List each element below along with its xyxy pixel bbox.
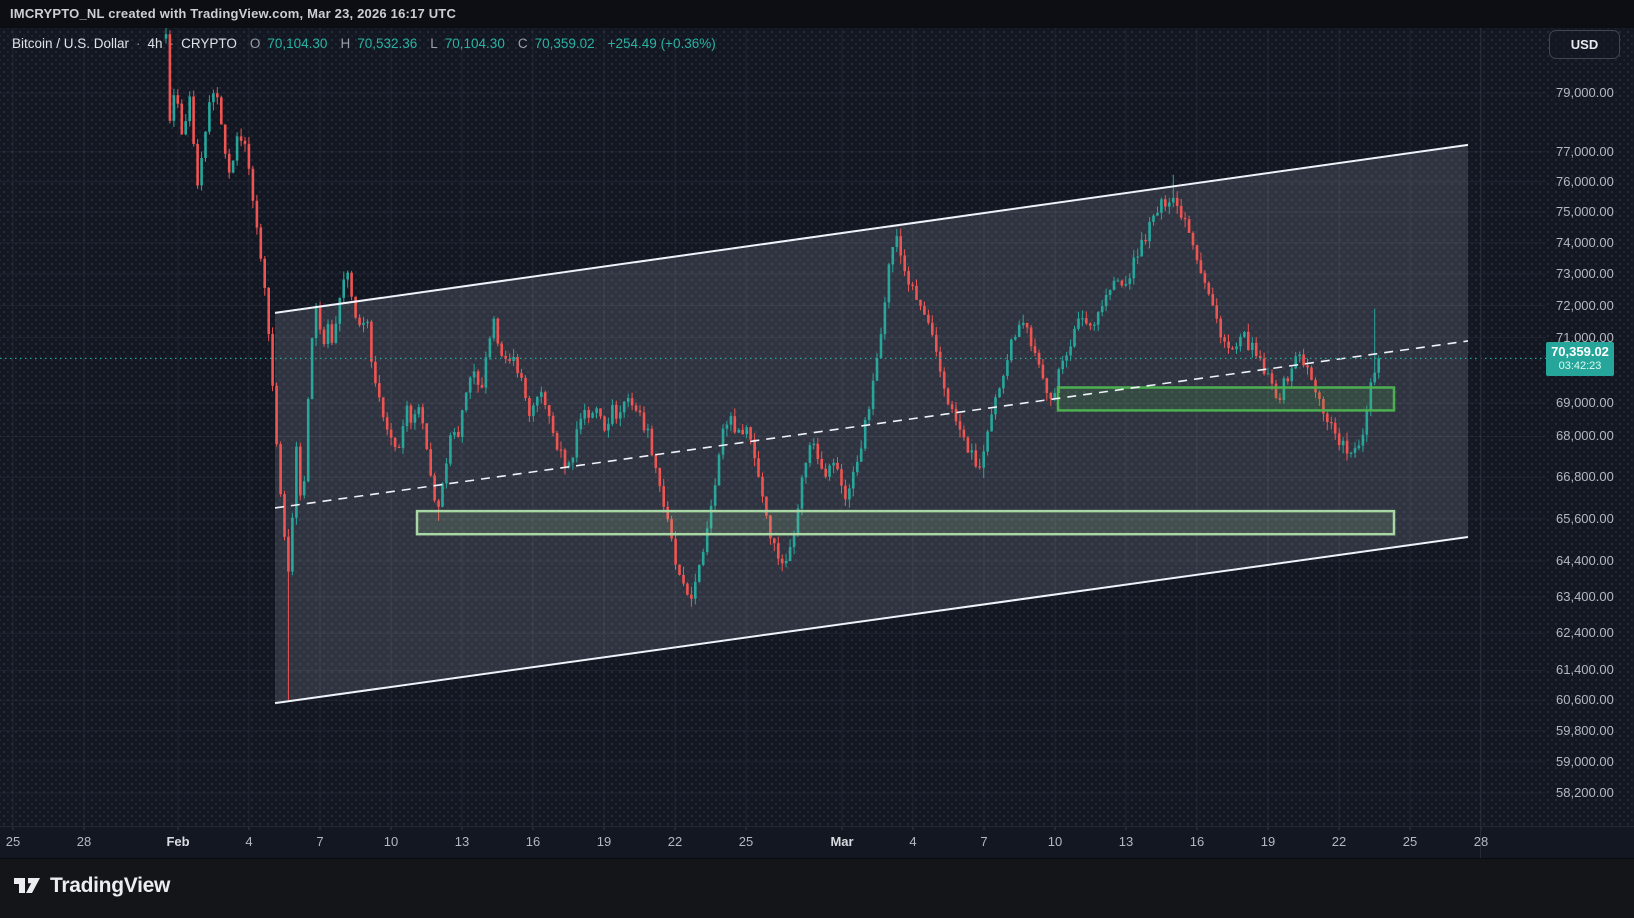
price-tick-label: 59,800.00 [1556, 723, 1614, 738]
high-prefix: H [340, 36, 350, 51]
price-tick-label: 75,000.00 [1556, 204, 1614, 219]
last-price-label: 70,359.02 03:42:23 [1546, 342, 1614, 376]
legend-separator: · [170, 36, 175, 51]
price-tick-label: 69,000.00 [1556, 395, 1614, 410]
low-value: 70,104.30 [445, 36, 505, 51]
time-tick-label: 28 [1474, 834, 1488, 849]
time-tick-label: 7 [316, 834, 323, 849]
price-tick-label: 66,800.00 [1556, 469, 1614, 484]
time-tick-label: Feb [166, 834, 189, 849]
price-tick-label: 59,000.00 [1556, 754, 1614, 769]
exchange-label[interactable]: CRYPTO [181, 36, 237, 51]
tradingview-chart-window: IMCRYPTO_NL created with TradingView.com… [0, 0, 1634, 918]
time-tick-label: 16 [526, 834, 540, 849]
candlestick-chart[interactable] [0, 0, 1634, 918]
open-prefix: O [250, 36, 261, 51]
open-value: 70,104.30 [267, 36, 327, 51]
time-tick-label: 22 [668, 834, 682, 849]
price-tick-label: 63,400.00 [1556, 589, 1614, 604]
symbol-legend[interactable]: Bitcoin / U.S. Dollar · 4h · CRYPTO O 70,… [12, 36, 716, 51]
tradingview-wordmark: TradingView [50, 874, 170, 898]
time-tick-label: 22 [1332, 834, 1346, 849]
time-tick-label: 10 [1048, 834, 1062, 849]
time-tick-label: 25 [1403, 834, 1417, 849]
interval-label[interactable]: 4h [148, 36, 163, 51]
watermark-bar: IMCRYPTO_NL created with TradingView.com… [0, 0, 1634, 28]
time-tick-label: 19 [597, 834, 611, 849]
time-tick-label: 4 [245, 834, 252, 849]
price-tick-label: 77,000.00 [1556, 144, 1614, 159]
currency-toggle-button[interactable]: USD [1549, 30, 1620, 59]
high-value: 70,532.36 [357, 36, 417, 51]
price-tick-label: 64,400.00 [1556, 553, 1614, 568]
tradingview-icon [13, 874, 41, 898]
tradingview-logo[interactable]: TradingView [13, 874, 170, 898]
time-tick-label: 19 [1261, 834, 1275, 849]
price-tick-label: 76,000.00 [1556, 174, 1614, 189]
time-tick-label: 16 [1190, 834, 1204, 849]
countdown-timer: 03:42:23 [1546, 360, 1614, 373]
time-tick-label: 10 [384, 834, 398, 849]
change-value: +254.49 (+0.36%) [608, 36, 716, 51]
close-value: 70,359.02 [535, 36, 595, 51]
price-tick-label: 73,000.00 [1556, 266, 1614, 281]
low-prefix: L [430, 36, 438, 51]
time-tick-label: 25 [739, 834, 753, 849]
watermark-text: IMCRYPTO_NL created with TradingView.com… [10, 6, 456, 21]
price-tick-label: 58,200.00 [1556, 785, 1614, 800]
price-tick-label: 65,600.00 [1556, 511, 1614, 526]
price-tick-label: 68,000.00 [1556, 428, 1614, 443]
price-tick-label: 74,000.00 [1556, 235, 1614, 250]
price-tick-label: 61,400.00 [1556, 662, 1614, 677]
footer-bar: TradingView [0, 858, 1634, 918]
time-tick-label: 13 [1119, 834, 1133, 849]
price-tick-label: 72,000.00 [1556, 298, 1614, 313]
time-tick-label: 7 [980, 834, 987, 849]
time-tick-label: 28 [77, 834, 91, 849]
time-tick-label: 25 [6, 834, 20, 849]
legend-separator: · [136, 36, 141, 51]
time-tick-label: 4 [909, 834, 916, 849]
price-tick-label: 79,000.00 [1556, 85, 1614, 100]
last-price-value: 70,359.02 [1546, 345, 1614, 359]
close-prefix: C [518, 36, 528, 51]
time-tick-label: Mar [830, 834, 853, 849]
price-tick-label: 62,400.00 [1556, 625, 1614, 640]
time-tick-label: 13 [455, 834, 469, 849]
symbol-name[interactable]: Bitcoin / U.S. Dollar [12, 36, 129, 51]
price-tick-label: 60,600.00 [1556, 692, 1614, 707]
